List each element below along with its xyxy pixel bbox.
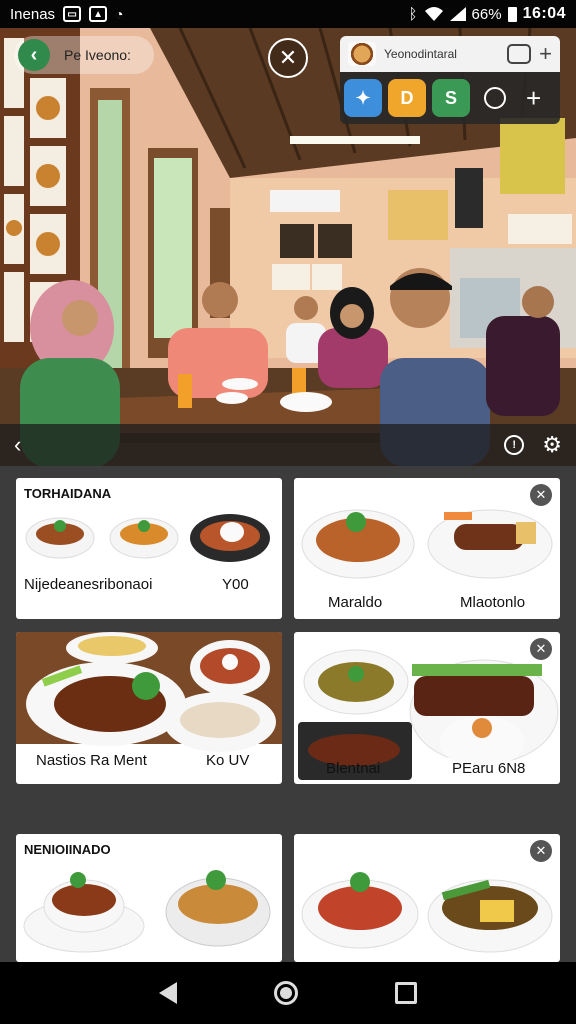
card-label: Mlaotonlo bbox=[460, 594, 526, 611]
signal-icon bbox=[449, 7, 466, 21]
battery-label: 66% bbox=[471, 5, 502, 23]
card-label: Y00 bbox=[222, 576, 249, 593]
close-icon[interactable]: ✕ bbox=[530, 484, 552, 506]
food-card[interactable]: Nastios Ra Ment Ko UV bbox=[16, 632, 282, 784]
popup-add-button[interactable]: + bbox=[539, 41, 552, 67]
chat-icon[interactable] bbox=[507, 44, 532, 64]
back-arrow-icon: ‹ bbox=[18, 39, 50, 71]
battery-icon bbox=[507, 6, 517, 22]
card-label: Ko UV bbox=[206, 752, 250, 769]
close-icon: ✕ bbox=[278, 45, 298, 70]
popup-app-row: ✦ D S + bbox=[340, 72, 560, 124]
close-button[interactable]: ✕ bbox=[268, 38, 308, 78]
bluetooth-icon: ᛒ bbox=[408, 5, 418, 23]
add-app-button[interactable]: + bbox=[526, 83, 541, 114]
gear-icon[interactable]: ⚙ bbox=[542, 432, 562, 458]
food-thumbnail bbox=[348, 42, 376, 66]
food-card[interactable]: ✕ Maraldo Mlaotonlo bbox=[294, 478, 560, 619]
card-label: Maraldo bbox=[328, 594, 383, 611]
card-label: Nijedeanesribonaoi bbox=[24, 576, 153, 593]
notification-icon: ◔ bbox=[115, 6, 124, 22]
back-label: Pe Iveono: bbox=[64, 47, 131, 63]
carrier-label: Inenas bbox=[10, 5, 56, 23]
food-grid: TORHAIDANA Nijedeanesribonaoi Y00 ✕ Mara… bbox=[0, 466, 576, 962]
back-button[interactable]: ‹ Pe Iveono: bbox=[14, 36, 154, 74]
clock: 16:04 bbox=[522, 5, 566, 22]
photo-toolbar: ‹ ! ⚙ bbox=[0, 424, 576, 466]
app-orange-icon[interactable]: D bbox=[388, 79, 426, 117]
card-dishes bbox=[25, 514, 270, 562]
nav-back-icon[interactable] bbox=[158, 982, 177, 1004]
circle-icon[interactable] bbox=[484, 87, 506, 109]
app-blue-icon[interactable]: ✦ bbox=[344, 79, 382, 117]
nav-home-icon[interactable] bbox=[273, 981, 298, 1005]
image-icon: ▲ bbox=[89, 6, 108, 22]
app-popup: Yeonodintaral + ✦ D S + bbox=[340, 36, 560, 124]
info-icon[interactable]: ! bbox=[504, 435, 525, 455]
status-bar: Inenas ▭ ▲ ◔ ᛒ 66% 16:04 bbox=[0, 0, 576, 28]
card-label: PEaru 6N8 bbox=[452, 760, 526, 777]
system-nav-bar bbox=[0, 962, 576, 1024]
card-label: Blentnai bbox=[326, 760, 381, 777]
food-card[interactable]: TORHAIDANA Nijedeanesribonaoi Y00 bbox=[16, 478, 282, 619]
card-dishes bbox=[301, 872, 553, 953]
popup-header: Yeonodintaral + bbox=[340, 36, 560, 72]
food-card[interactable]: ✕ Blentnai PEaru 6N8 bbox=[294, 632, 560, 784]
food-card[interactable]: NENIOIINADO bbox=[16, 834, 282, 962]
photo-back-button[interactable]: ‹ bbox=[14, 432, 486, 458]
app-green-icon[interactable]: S bbox=[432, 79, 470, 117]
wifi-icon bbox=[424, 7, 443, 21]
food-card[interactable]: ✕ bbox=[294, 834, 560, 962]
close-icon[interactable]: ✕ bbox=[530, 840, 552, 862]
message-icon: ▭ bbox=[63, 6, 82, 22]
close-icon[interactable]: ✕ bbox=[530, 638, 552, 660]
popup-title: Yeonodintaral bbox=[384, 47, 457, 61]
screen: Inenas ▭ ▲ ◔ ᛒ 66% 16:04 ‹ Pe Iveono: ✕ … bbox=[0, 0, 576, 1024]
nav-recents-icon[interactable] bbox=[395, 982, 418, 1004]
card-label: Nastios Ra Ment bbox=[36, 752, 147, 769]
card-dishes bbox=[23, 870, 271, 953]
